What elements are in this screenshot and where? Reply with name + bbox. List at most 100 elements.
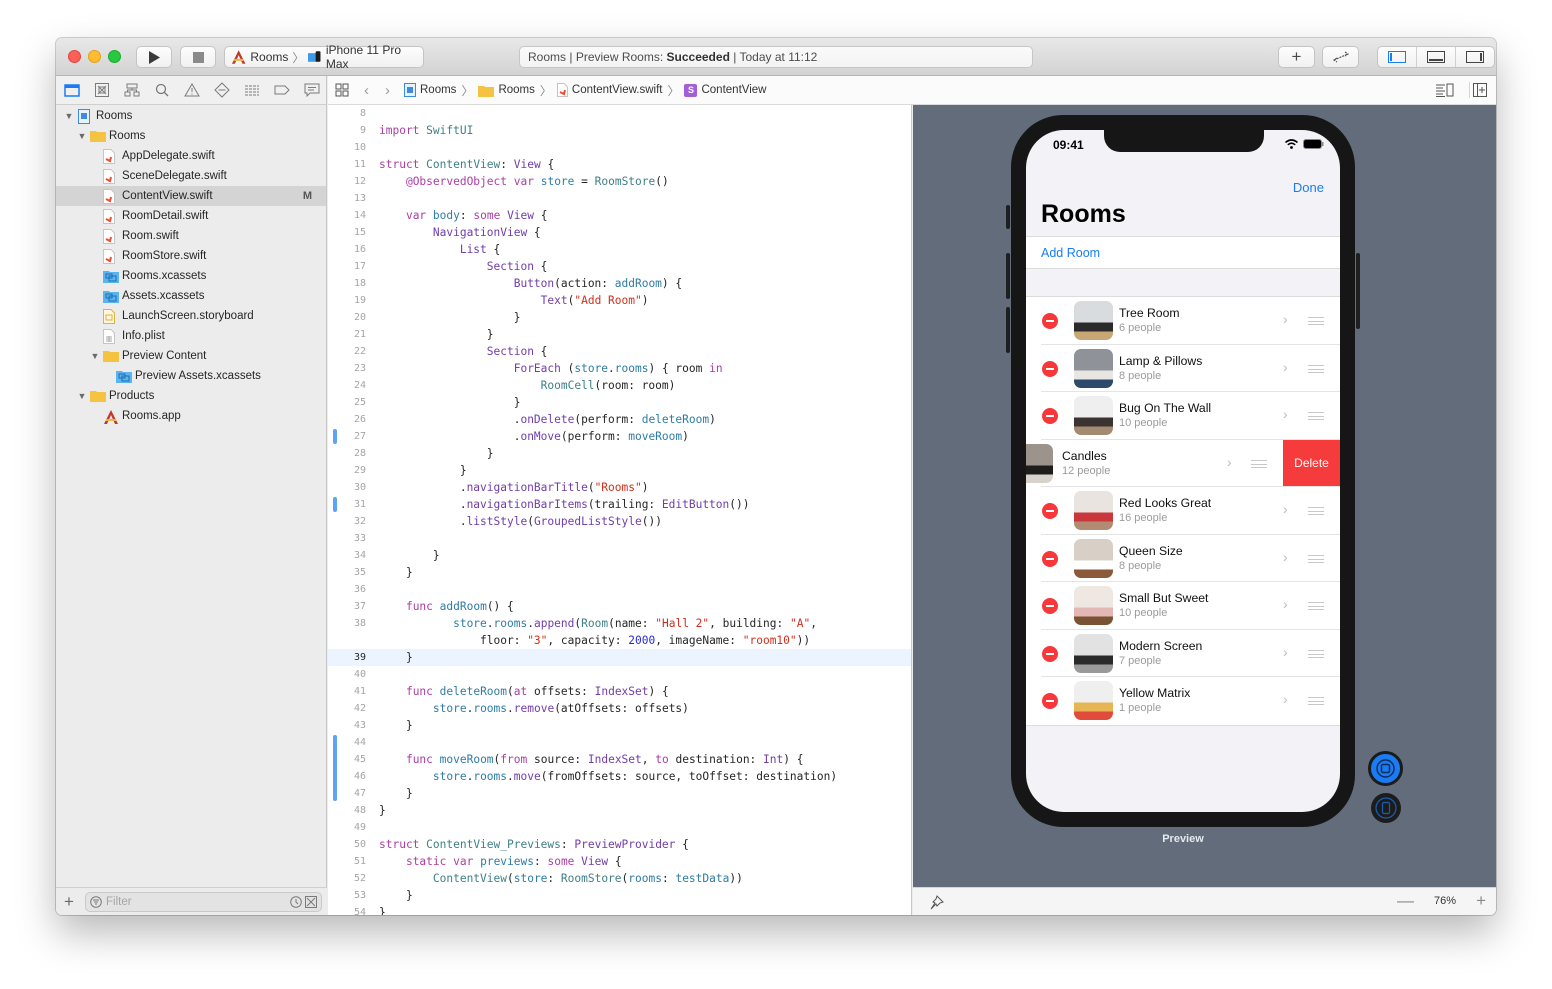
code-line[interactable]: 35 } (328, 564, 911, 581)
source-change-indicator[interactable] (333, 497, 337, 512)
code-line[interactable]: 46 store.rooms.move(fromOffsets: source,… (328, 768, 911, 785)
code-line[interactable]: 53 } (328, 887, 911, 904)
breadcrumb-symbol[interactable]: S ContentView (684, 83, 766, 97)
recent-files-icon[interactable] (290, 896, 302, 908)
line-number[interactable]: 21 (328, 326, 366, 343)
code-line[interactable]: 52 ContentView(store: RoomStore(rooms: t… (328, 870, 911, 887)
room-cell[interactable]: Red Looks Great 16 people › (1026, 487, 1340, 535)
swipe-delete-button[interactable]: Delete (1283, 439, 1340, 487)
back-button[interactable]: ‹ (364, 82, 369, 99)
line-number[interactable]: 11 (328, 156, 366, 173)
code-line[interactable]: 9 import SwiftUI (328, 122, 911, 139)
line-number[interactable]: 52 (328, 870, 366, 887)
filter-input[interactable]: Filter (85, 892, 322, 912)
code-line[interactable]: 22 Section { (328, 343, 911, 360)
code-line[interactable]: 51 static var previews: some View { (328, 853, 911, 870)
breadcrumb-file[interactable]: ContentView.swift (556, 83, 662, 97)
room-cell[interactable]: Modern Screen 7 people › (1026, 630, 1340, 678)
reorder-handle-icon[interactable] (1251, 459, 1267, 468)
code-line[interactable]: 23 ForEach (store.rooms) { room in (328, 360, 911, 377)
tab-tests[interactable] (212, 80, 232, 100)
line-number[interactable]: 40 (328, 666, 366, 683)
stop-button[interactable] (180, 46, 216, 68)
code-line[interactable]: 20 } (328, 309, 911, 326)
line-number[interactable]: 35 (328, 564, 366, 581)
code-line[interactable]: 34 } (328, 547, 911, 564)
line-number[interactable]: 34 (328, 547, 366, 564)
code-review-button[interactable] (1322, 46, 1359, 68)
breadcrumb-project[interactable]: Rooms (404, 83, 456, 97)
code-line[interactable]: 17 Section { (328, 258, 911, 275)
line-number[interactable]: 9 (328, 122, 366, 139)
code-line[interactable]: 50 struct ContentView_Previews: PreviewPr… (328, 836, 911, 853)
code-line[interactable]: 36 (328, 581, 911, 598)
code-line[interactable]: 11 struct ContentView: View { (328, 156, 911, 173)
file-tree-item[interactable]: Preview Assets.xcassets (56, 366, 326, 386)
code-line[interactable]: 21 } (328, 326, 911, 343)
add-file-button[interactable]: + (64, 892, 74, 912)
code-line[interactable]: 28 } (328, 445, 911, 462)
code-line[interactable]: 19 Text("Add Room") (328, 292, 911, 309)
line-number[interactable]: 32 (328, 513, 366, 530)
file-tree-item[interactable]: ▼ Preview Content (56, 346, 326, 366)
delete-control-icon[interactable] (1042, 693, 1058, 709)
line-number[interactable]: 49 (328, 819, 366, 836)
add-room-button[interactable]: Add Room (1041, 246, 1100, 260)
code-line[interactable]: 40 (328, 666, 911, 683)
file-tree-item[interactable]: Rooms.app (56, 406, 326, 426)
reorder-handle-icon[interactable] (1308, 412, 1324, 420)
line-number[interactable]: 39 (328, 649, 366, 666)
line-number[interactable]: 41 (328, 683, 366, 700)
close-window-button[interactable] (68, 50, 81, 63)
reorder-handle-icon[interactable] (1308, 554, 1324, 563)
tab-breakpoints[interactable] (272, 80, 292, 100)
file-tree-item[interactable]: SceneDelegate.swift (56, 166, 326, 186)
code-line[interactable]: 37 func addRoom() { (328, 598, 911, 615)
tab-source-control[interactable] (92, 80, 112, 100)
file-tree-item[interactable]: RoomStore.swift (56, 246, 326, 266)
code-line[interactable]: 13 (328, 190, 911, 207)
code-line[interactable]: 47 } (328, 785, 911, 802)
line-number[interactable]: 17 (328, 258, 366, 275)
code-line[interactable]: 25 } (328, 394, 911, 411)
code-line[interactable]: 18 Button(action: addRoom) { (328, 275, 911, 292)
line-number[interactable]: 36 (328, 581, 366, 598)
reorder-handle-icon[interactable] (1308, 364, 1324, 373)
file-tree-item[interactable]: AppDelegate.swift (56, 146, 326, 166)
delete-control-icon[interactable] (1042, 313, 1058, 329)
tab-project-navigator[interactable] (62, 80, 82, 100)
file-tree-item[interactable]: ▼ Rooms (56, 126, 326, 146)
disclosure-triangle-icon[interactable]: ▼ (77, 391, 87, 401)
line-number[interactable]: 20 (328, 309, 366, 326)
line-number[interactable]: 18 (328, 275, 366, 292)
zoom-window-button[interactable] (108, 50, 121, 63)
tab-reports[interactable] (302, 80, 322, 100)
line-number[interactable]: 19 (328, 292, 366, 309)
zoom-out-button[interactable]: — (1397, 891, 1414, 911)
reorder-handle-icon[interactable] (1308, 697, 1324, 705)
code-line[interactable]: 29 } (328, 462, 911, 479)
source-control-filter-icon[interactable] (305, 896, 317, 908)
line-number[interactable]: 22 (328, 343, 366, 360)
line-number[interactable]: 16 (328, 241, 366, 258)
line-number[interactable]: 13 (328, 190, 366, 207)
code-line[interactable]: 38 store.rooms.append(Room(name: "Hall 2… (328, 615, 911, 632)
line-number[interactable]: 24 (328, 377, 366, 394)
minimize-window-button[interactable] (88, 50, 101, 63)
preview-on-device-button[interactable] (1371, 793, 1401, 823)
code-line[interactable]: 16 List { (328, 241, 911, 258)
room-cell[interactable]: Queen Size 8 people › (1026, 535, 1340, 583)
reorder-handle-icon[interactable] (1308, 317, 1324, 325)
line-number[interactable]: 8 (328, 105, 366, 122)
delete-control-icon[interactable] (1042, 550, 1058, 567)
line-number[interactable]: 50 (328, 836, 366, 853)
line-number[interactable]: 29 (328, 462, 366, 479)
reorder-handle-icon[interactable] (1308, 507, 1324, 515)
reorder-handle-icon[interactable] (1308, 602, 1324, 610)
code-line[interactable]: 31 .navigationBarItems(trailing: EditBut… (328, 496, 911, 513)
code-line[interactable]: 24 RoomCell(room: room) (328, 377, 911, 394)
file-tree-item[interactable]: Assets.xcassets (56, 286, 326, 306)
code-line[interactable]: 8 (328, 105, 911, 122)
add-editor-button[interactable] (1473, 83, 1487, 100)
tab-issues[interactable] (182, 80, 202, 100)
